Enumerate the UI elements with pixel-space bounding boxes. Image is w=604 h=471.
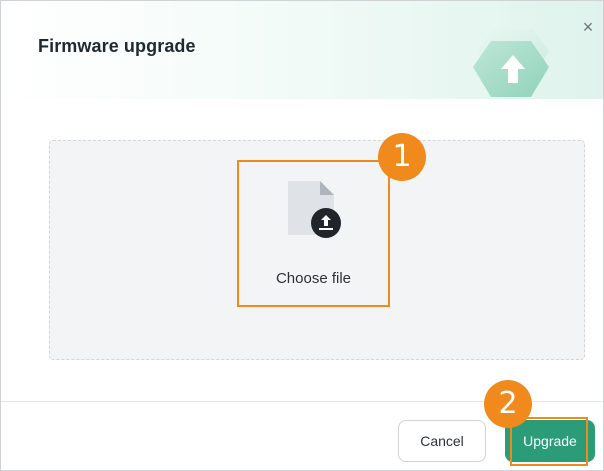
file-upload-icon <box>288 181 341 238</box>
choose-file-label: Choose file <box>275 270 352 287</box>
close-icon[interactable]: × <box>579 18 597 36</box>
step-2-badge: 2 <box>484 380 532 428</box>
cancel-button[interactable]: Cancel <box>398 420 486 462</box>
dialog-header: Firmware upgrade × <box>1 1 603 99</box>
dialog-title: Firmware upgrade <box>38 36 196 56</box>
step-1-badge: 1 <box>378 133 426 181</box>
upgrade-hexagon-icon <box>473 29 549 97</box>
upgrade-button[interactable]: Upgrade <box>505 420 595 462</box>
